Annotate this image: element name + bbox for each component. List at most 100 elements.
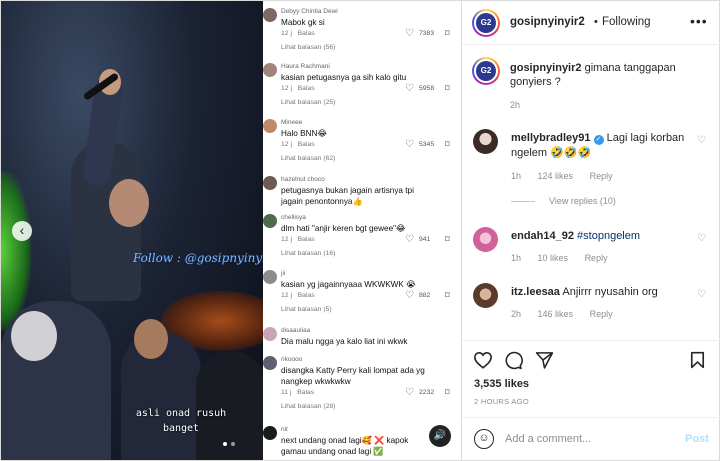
- comment-body: itz.leesaa Anjirrr nyusahin org: [511, 285, 686, 300]
- reply-button[interactable]: Reply: [590, 171, 613, 181]
- screenshot-avatar: [263, 327, 277, 341]
- comment-meta: 2h 146 likes Reply: [511, 309, 627, 319]
- screenshot-like-count: 5345: [419, 141, 435, 148]
- screenshot-meta: 12 j Balas: [281, 141, 315, 148]
- reply-button[interactable]: Reply: [590, 309, 613, 319]
- screenshot-reply: Balas: [297, 292, 315, 299]
- screenshot-dislike-icon: ⌑: [445, 234, 450, 244]
- screenshot-meta: 12 j Balas: [281, 30, 315, 37]
- comment-time: 2h: [511, 309, 522, 319]
- verified-badge-icon: ✓: [593, 135, 604, 145]
- following-button[interactable]: Following: [602, 16, 651, 28]
- previous-media-button[interactable]: ‹: [12, 221, 32, 241]
- hashtag-link[interactable]: #stopngelem: [577, 230, 640, 242]
- comment-username[interactable]: endah14_92: [511, 230, 574, 242]
- speaker-icon[interactable]: 🔊: [429, 425, 451, 447]
- screenshot-like-count: 5958: [419, 85, 435, 92]
- screenshot-avatar: [263, 356, 277, 370]
- screenshot-username: disaauliaa: [281, 327, 311, 334]
- screenshot-avatar: [263, 8, 277, 22]
- screenshot-age: 12 j: [281, 141, 292, 148]
- view-replies-button[interactable]: View replies (10): [511, 196, 616, 206]
- screenshot-age: 12 j: [281, 236, 292, 243]
- post-actions-bar: [462, 340, 720, 378]
- caption-logo-icon: G2: [476, 61, 496, 81]
- share-send-icon[interactable]: [535, 351, 554, 369]
- replies-divider-line: [511, 201, 535, 203]
- reply-button[interactable]: Reply: [585, 253, 608, 263]
- screenshot-like-count: 882: [419, 292, 431, 299]
- screenshot-comment-text: petugasnya bukan jagain artisnya tpi jag…: [281, 186, 414, 206]
- add-comment-bar: ☺ Add a comment... Post: [462, 417, 720, 460]
- screenshot-view-replies: Lihat balasan (5): [281, 306, 332, 313]
- screenshot-heart-icon: ♡: [405, 28, 414, 39]
- screenshot-like-count: 941: [419, 236, 431, 243]
- caption-username[interactable]: gosipnyinyir2: [510, 62, 582, 74]
- post-timestamp[interactable]: 2 HOURS AGO: [474, 397, 529, 406]
- screenshot-comment-text: kasian yg jagainnyaaa WKWKWK 😭: [281, 280, 416, 289]
- screenshot-username: nit: [281, 426, 288, 433]
- post-likes-count[interactable]: 3,535 likes: [474, 378, 529, 390]
- comment-like-heart-icon[interactable]: ♡: [697, 135, 706, 146]
- emoji-smile-icon[interactable]: ☺: [474, 429, 494, 449]
- crowd-head-left: [11, 311, 57, 361]
- crowd-head-middle: [134, 319, 168, 359]
- screenshot-avatar: [263, 270, 277, 284]
- screenshot-view-replies: Lihat balasan (25): [281, 99, 336, 106]
- carousel-dot: [231, 442, 235, 446]
- screenshot-age: 12 j: [281, 292, 292, 299]
- screenshot-age: 12 j: [281, 30, 292, 37]
- screenshot-like-count: 2232: [419, 389, 435, 396]
- screenshot-meta: 12 j Balas: [281, 236, 315, 243]
- author-avatar[interactable]: G2: [472, 9, 500, 37]
- commenter-avatar[interactable]: [473, 283, 498, 308]
- like-heart-icon[interactable]: [473, 351, 493, 369]
- comment-like-heart-icon[interactable]: ♡: [697, 289, 706, 300]
- caption-avatar[interactable]: G2: [472, 57, 500, 85]
- comment-time: 1h: [511, 171, 522, 181]
- comment-like-heart-icon[interactable]: ♡: [697, 233, 706, 244]
- carousel-dots: [223, 442, 235, 446]
- save-bookmark-icon[interactable]: [690, 351, 705, 369]
- post-comment-button[interactable]: Post: [685, 433, 709, 445]
- screenshot-heart-icon: ♡: [405, 83, 414, 94]
- more-options-icon[interactable]: •••: [690, 13, 708, 29]
- screenshot-view-replies: Lihat balasan (16): [281, 250, 336, 257]
- comment-body: endah14_92 #stopngelem: [511, 229, 686, 244]
- comment-meta: 1h 124 likes Reply: [511, 171, 627, 181]
- screenshot-meta: 12 j Balas: [281, 292, 315, 299]
- post-side-panel: G2 gosipnyinyir2 • Following ••• G2 gosi…: [461, 1, 720, 460]
- carousel-dot-active: [223, 442, 227, 446]
- screenshot-reply: Balas: [297, 236, 315, 243]
- comment-likes[interactable]: 10 likes: [538, 253, 569, 263]
- screenshot-reply: Balas: [297, 389, 315, 396]
- comment-likes[interactable]: 124 likes: [538, 171, 574, 181]
- comment-username[interactable]: mellybradley91: [511, 132, 591, 144]
- comment-text: Anjirrr nyusahin org: [562, 286, 658, 298]
- screenshot-comment-text: kasian petugasnya ga sih kalo gitu: [281, 73, 407, 82]
- commenter-avatar[interactable]: [473, 227, 498, 252]
- screenshot-avatar: [263, 176, 277, 190]
- screenshot-username: hazelnut choco: [281, 176, 325, 183]
- concert-video[interactable]: Follow : @gosipnyinyir2 asli onad rusuh …: [1, 1, 263, 460]
- screenshot-username: Haura Rachmani: [281, 63, 330, 70]
- commenter-avatar[interactable]: [473, 129, 498, 154]
- screenshot-age: 12 j: [281, 85, 292, 92]
- screenshot-username: rikoooo: [281, 356, 303, 363]
- screenshot-dislike-icon: ⌑: [445, 139, 450, 149]
- caption-text: gosipnyinyir2 gimana tanggapan gonyiers …: [510, 61, 710, 89]
- author-username[interactable]: gosipnyinyir2: [510, 16, 585, 28]
- performer-head: [109, 179, 149, 227]
- comment-time: 1h: [511, 253, 522, 263]
- add-comment-input[interactable]: Add a comment...: [505, 433, 591, 445]
- comment-username[interactable]: itz.leesaa: [511, 286, 560, 298]
- screenshot-dislike-icon: ⌑: [445, 28, 450, 38]
- screenshot-meta: 11 j Balas: [281, 389, 314, 396]
- watermark-text: Follow : @gosipnyinyir2: [133, 251, 263, 265]
- header-separator: •: [594, 16, 598, 28]
- post-media[interactable]: Follow : @gosipnyinyir2 asli onad rusuh …: [1, 1, 461, 460]
- comment-likes[interactable]: 146 likes: [538, 309, 574, 319]
- screenshot-reply: Balas: [297, 141, 315, 148]
- screenshot-username: Mineee: [281, 119, 303, 126]
- comment-bubble-icon[interactable]: [504, 351, 523, 370]
